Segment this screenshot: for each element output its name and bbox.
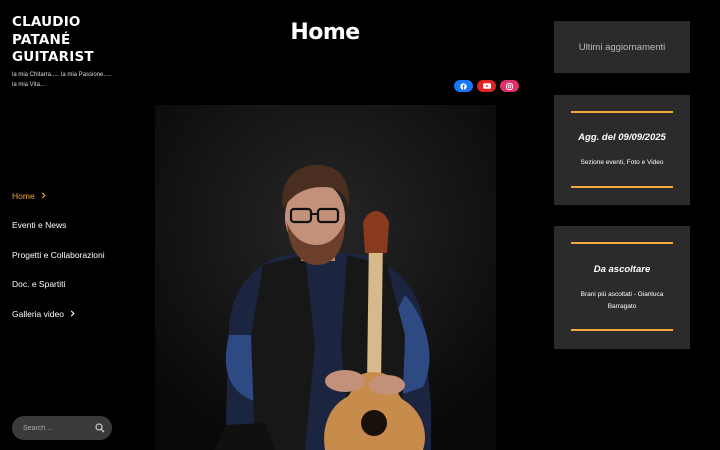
updates-label: Ultimi aggiornamenti (578, 41, 666, 53)
nav-item-galleria-video[interactable]: Galleria video (12, 307, 105, 320)
main-navigation: Home Eventi e News Progetti e Collaboraz… (12, 189, 105, 337)
search-icon[interactable] (95, 423, 105, 433)
page-title: Home (290, 20, 360, 45)
listen-text[interactable]: Brani più ascoltati - Gianluca Barragato (568, 289, 676, 313)
facebook-icon (460, 82, 467, 90)
youtube-icon (482, 83, 491, 89)
accent-divider (571, 329, 673, 331)
listen-title: Da ascoltare (593, 264, 651, 275)
instagram-link[interactable] (500, 80, 519, 92)
nav-item-progetti[interactable]: Progetti e Collaborazioni (12, 248, 105, 261)
accent-divider (571, 111, 673, 113)
last-update-text: Sezione eventi, Foto e Video (580, 159, 664, 166)
instagram-icon (506, 82, 513, 90)
last-update-widget: Agg. del 09/09/2025 Sezione eventi, Foto… (554, 95, 690, 205)
chevron-right-icon[interactable] (69, 310, 76, 317)
social-links (454, 80, 519, 92)
nav-item-label: Eventi e News (12, 220, 67, 230)
site-tagline: la mia Chitarra..... la mia Passione....… (12, 72, 112, 88)
nav-item-home[interactable]: Home (12, 189, 105, 202)
chevron-right-icon[interactable] (40, 192, 47, 199)
nav-item-label: Doc. e Spartiti (12, 279, 66, 289)
accent-divider (571, 242, 673, 244)
youtube-link[interactable] (477, 80, 496, 92)
hero-photo (155, 105, 496, 450)
listen-widget: Da ascoltare Brani più ascoltati - Gianl… (554, 226, 690, 349)
guitarist-portrait-image (155, 105, 496, 450)
nav-item-label: Progetti e Collaborazioni (12, 249, 105, 260)
nav-item-label: Home (12, 190, 35, 201)
site-title-line: PATANÉ (12, 31, 71, 48)
accent-divider (571, 186, 673, 188)
site-title-line: GUITARIST (12, 49, 94, 65)
nav-item-label: Galleria video (12, 308, 64, 319)
facebook-link[interactable] (454, 80, 473, 92)
nav-item-eventi-news[interactable]: Eventi e News (12, 219, 105, 232)
search-input[interactable] (23, 424, 93, 432)
search-form (12, 416, 112, 440)
nav-item-doc-spartiti[interactable]: Doc. e Spartiti (12, 278, 105, 291)
site-title-line: CLAUDIO (12, 14, 81, 30)
site-title[interactable]: CLAUDIO PATANÉ GUITARIST (12, 14, 122, 67)
last-update-title: Agg. del 09/09/2025 (578, 132, 666, 143)
updates-widget: Ultimi aggiornamenti (554, 21, 690, 73)
